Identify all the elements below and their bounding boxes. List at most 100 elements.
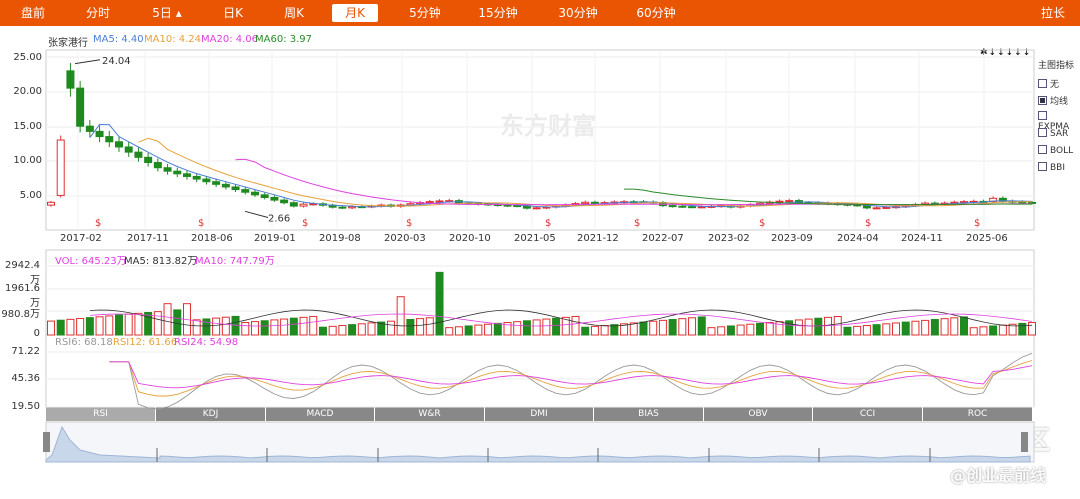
volume-bar xyxy=(435,271,444,336)
price-axis-label: 15.00 xyxy=(13,121,42,132)
time-axis-label: 2023-02 xyxy=(708,233,750,244)
candle xyxy=(56,139,65,196)
volume-bar xyxy=(814,317,823,336)
dividend-icon: $ xyxy=(198,218,204,229)
tab-premarket[interactable]: 盘前 xyxy=(14,0,52,26)
indicator-tab-macd[interactable]: MACD xyxy=(266,407,374,421)
volume-bar xyxy=(445,327,454,336)
candle xyxy=(843,203,852,206)
checkbox-icon[interactable] xyxy=(1038,145,1047,154)
volume-bar xyxy=(989,325,998,336)
volume-bar xyxy=(804,318,813,336)
tab-30min[interactable]: 30分钟 xyxy=(552,0,604,26)
volume-bar xyxy=(901,321,910,336)
checkbox-checked-icon[interactable] xyxy=(1038,96,1047,105)
navigator-year-label: 2019 xyxy=(269,448,293,458)
indicator-tab-rsi[interactable]: RSI xyxy=(46,407,155,421)
candle xyxy=(493,204,502,207)
toolbar-stars-icon[interactable]: ✱↓↓↓↓↓ xyxy=(980,48,1031,58)
candle xyxy=(377,204,386,207)
volume-bar xyxy=(707,327,716,336)
candle xyxy=(940,202,949,205)
tab-daily-k[interactable]: 日K xyxy=(215,0,251,26)
candle xyxy=(542,206,551,209)
candle xyxy=(824,202,833,205)
volume-bar xyxy=(542,318,551,336)
indicator-option-sar[interactable]: SAR xyxy=(1038,128,1068,139)
candle xyxy=(406,203,415,206)
tab-60min[interactable]: 60分钟 xyxy=(630,0,682,26)
volume-bar xyxy=(794,319,803,336)
rsi6-legend: RSI6: 68.18 xyxy=(55,337,113,348)
candle xyxy=(513,205,522,208)
candle xyxy=(697,206,706,209)
candle xyxy=(746,204,755,207)
indicator-option-boll[interactable]: BOLL xyxy=(1038,145,1073,156)
checkbox-icon[interactable] xyxy=(1038,128,1047,137)
checkbox-icon[interactable] xyxy=(1038,79,1047,88)
time-axis-label: 2021-12 xyxy=(577,233,619,244)
indicator-tab-wr[interactable]: W&R xyxy=(375,407,484,421)
candle xyxy=(814,202,823,205)
volume-bar xyxy=(299,316,308,336)
time-axis-label: 2021-05 xyxy=(514,233,556,244)
volume-bar xyxy=(377,321,386,336)
tab-weekly-k[interactable]: 周K xyxy=(276,0,312,26)
candle xyxy=(522,205,531,209)
vol-ma10-line xyxy=(89,313,1033,327)
tab-monthly-k[interactable]: 月K xyxy=(332,4,378,22)
author-watermark: @创业最前线 xyxy=(950,466,1047,485)
candle xyxy=(76,87,85,127)
navigator-frame xyxy=(45,421,1035,463)
ma-line xyxy=(624,188,1032,206)
volume-bar xyxy=(853,325,862,336)
indicator-tab-bias[interactable]: BIAS xyxy=(594,407,703,421)
volume-bar xyxy=(221,316,230,336)
checkbox-icon[interactable] xyxy=(1038,111,1047,120)
dividend-icon: $ xyxy=(759,218,765,229)
volume-bar xyxy=(105,315,114,336)
time-axis-label: 2019-08 xyxy=(319,233,361,244)
candle xyxy=(794,200,803,204)
indicator-tab-dmi[interactable]: DMI xyxy=(485,407,593,421)
main-indicator-title: 主图指标 xyxy=(1038,61,1075,71)
volume-bar xyxy=(47,320,55,336)
indicator-tab-cci[interactable]: CCI xyxy=(813,407,922,421)
tab-5day[interactable]: 5日 ▴ xyxy=(146,0,188,26)
indicator-option-bbi[interactable]: BBI xyxy=(1038,162,1065,173)
candle xyxy=(571,203,580,206)
candle xyxy=(717,205,726,208)
candle xyxy=(561,204,570,207)
candle xyxy=(804,202,813,205)
tab-15min[interactable]: 15分钟 xyxy=(472,0,524,26)
stretch-button[interactable]: 拉长 xyxy=(1034,0,1072,26)
candle xyxy=(221,183,230,188)
navigator-year-label: 2022 xyxy=(601,448,624,458)
candle xyxy=(192,175,201,180)
ma10-legend: MA10: 4.24 xyxy=(144,34,202,45)
dividend-icon: $ xyxy=(302,218,308,229)
candle xyxy=(202,178,211,183)
volume-bar xyxy=(998,324,1007,336)
volume-bar xyxy=(348,324,357,336)
volume-bar xyxy=(746,323,755,336)
volume-bar xyxy=(561,316,570,336)
volume-bar xyxy=(95,316,104,336)
candle xyxy=(590,201,599,205)
indicator-option-none[interactable]: 无 xyxy=(1038,77,1059,90)
volume-bar xyxy=(775,321,784,336)
candle xyxy=(134,151,143,158)
volume-bar xyxy=(280,318,289,336)
indicator-tab-roc[interactable]: ROC xyxy=(923,407,1032,421)
candle xyxy=(338,206,347,209)
candle xyxy=(95,130,104,138)
tab-intraday[interactable]: 分时 xyxy=(78,0,118,26)
tiger-logo-icon: ✪ xyxy=(906,420,928,450)
indicator-tab-obv[interactable]: OBV xyxy=(704,407,812,421)
volume-bar xyxy=(309,315,318,336)
tab-5min[interactable]: 5分钟 xyxy=(402,0,448,26)
indicator-tab-kdj[interactable]: KDJ xyxy=(156,407,265,421)
indicator-option-ma[interactable]: 均线 xyxy=(1038,94,1068,107)
checkbox-icon[interactable] xyxy=(1038,162,1047,171)
candle xyxy=(503,204,512,207)
